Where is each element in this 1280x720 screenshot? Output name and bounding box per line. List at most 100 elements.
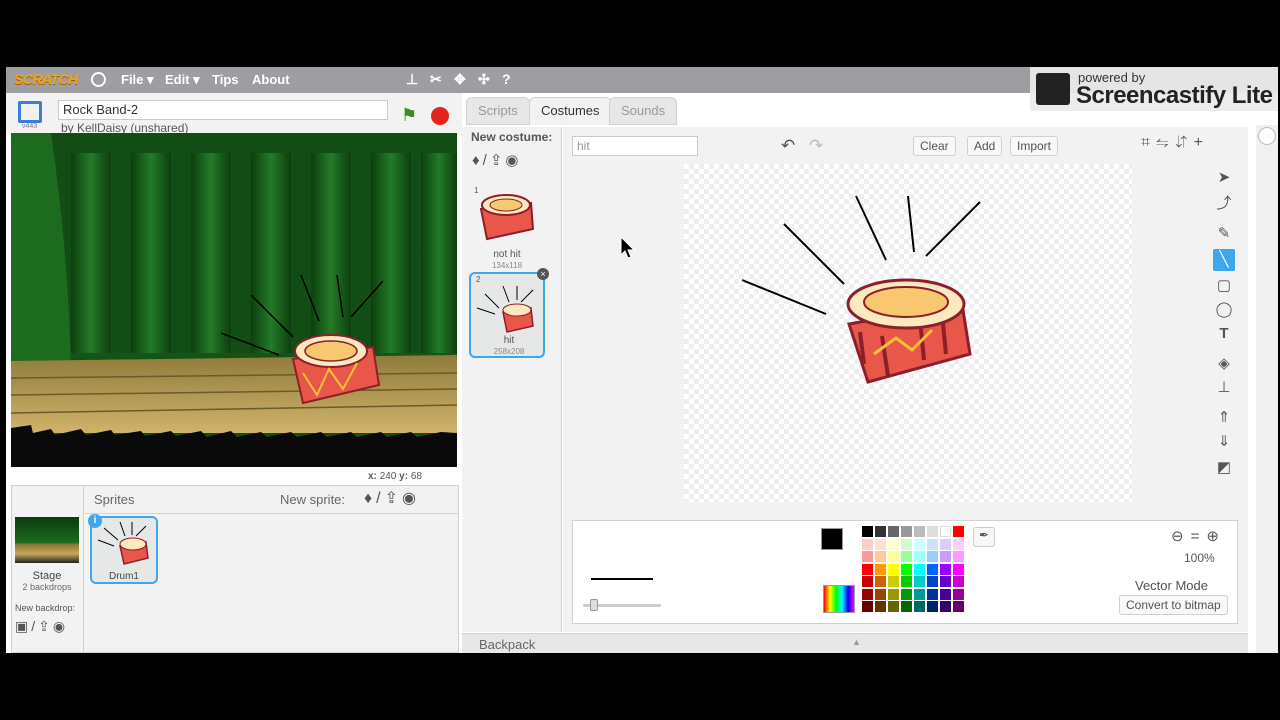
flip-horizontal-icon[interactable]: ⇋ (1156, 134, 1175, 151)
palette-swatch[interactable] (914, 601, 925, 612)
info-icon[interactable]: i (88, 514, 102, 528)
tab-scripts[interactable]: Scripts (466, 97, 530, 125)
palette-swatch[interactable] (862, 563, 873, 575)
palette-swatch[interactable] (901, 601, 912, 612)
group-icon[interactable]: ◩ (1213, 457, 1235, 479)
crop-icon[interactable]: ⌗ (1141, 134, 1156, 151)
costume-item-not-hit[interactable]: 1 not hit 134x118 (469, 185, 545, 271)
backdrop-library-icon[interactable]: ▣ (15, 618, 31, 634)
palette-swatch[interactable] (862, 538, 873, 550)
palette-swatch[interactable] (875, 563, 886, 575)
palette-swatch[interactable] (875, 576, 886, 587)
palette-swatch[interactable] (862, 551, 873, 562)
paint-sprite-icon[interactable]: / (376, 490, 384, 507)
grow-icon[interactable]: ✥ (454, 71, 466, 88)
palette-swatch[interactable] (953, 538, 964, 550)
palette-swatch[interactable] (940, 576, 951, 587)
eyedropper-icon[interactable]: ✒ (973, 527, 995, 547)
help-icon[interactable]: ? (502, 71, 511, 87)
redo-icon[interactable]: ↷ (809, 136, 823, 156)
convert-to-bitmap-button[interactable]: Convert to bitmap (1119, 595, 1228, 615)
stage-thumbnail[interactable] (15, 517, 79, 563)
palette-swatch[interactable] (862, 526, 873, 537)
palette-swatch[interactable] (914, 576, 925, 587)
scratch-logo[interactable]: SCRATCH (14, 71, 78, 89)
delete-icon[interactable]: ✂ (430, 71, 442, 88)
stop-icon[interactable] (431, 107, 449, 125)
palette-swatch[interactable] (888, 601, 899, 612)
palette-swatch[interactable] (901, 538, 912, 550)
pencil-tool-icon[interactable]: ✎ (1213, 223, 1235, 245)
palette-swatch[interactable] (927, 538, 938, 550)
palette-swatch[interactable] (953, 551, 964, 562)
paint-canvas[interactable] (684, 164, 1132, 502)
palette-swatch[interactable] (953, 526, 964, 537)
language-globe-icon[interactable] (91, 72, 106, 87)
palette-swatch[interactable] (888, 563, 899, 575)
tab-costumes[interactable]: Costumes (529, 97, 612, 125)
palette-swatch[interactable] (953, 601, 964, 612)
forward-layer-icon[interactable]: ⇑ (1213, 407, 1235, 429)
paint-costume-icon[interactable]: / (483, 152, 490, 169)
palette-swatch[interactable] (862, 588, 873, 600)
stage-canvas[interactable] (11, 133, 457, 467)
palette-swatch[interactable] (914, 551, 925, 562)
palette-swatch[interactable] (875, 538, 886, 550)
palette-swatch[interactable] (914, 526, 925, 537)
reshape-tool-icon[interactable]: ⤴ (1213, 193, 1235, 215)
palette-swatch[interactable] (927, 526, 938, 537)
menu-file[interactable]: File ▾ (121, 72, 154, 88)
costume-library-icon[interactable]: ♦ (472, 152, 483, 169)
flip-vertical-icon[interactable]: ⇵ (1175, 134, 1194, 151)
import-button[interactable]: Import (1010, 136, 1059, 156)
upload-backdrop-icon[interactable]: ⇪ (38, 618, 53, 634)
fill-tool-icon[interactable]: ◈ (1213, 353, 1235, 375)
upload-sprite-icon[interactable]: ⇪ (385, 490, 402, 507)
ellipse-tool-icon[interactable]: ◯ (1213, 299, 1235, 321)
palette-swatch[interactable] (940, 538, 951, 550)
palette-swatch[interactable] (953, 576, 964, 587)
menu-edit[interactable]: Edit ▾ (165, 72, 200, 88)
line-tool-icon[interactable]: ╲ (1213, 249, 1235, 271)
menu-tips[interactable]: Tips (212, 72, 239, 87)
palette-swatch[interactable] (901, 551, 912, 562)
camera-sprite-icon[interactable]: ◉ (402, 490, 420, 507)
costume-item-hit[interactable]: 2 × hit 258x208 (469, 268, 549, 358)
palette-swatch[interactable] (888, 526, 899, 537)
backward-layer-icon[interactable]: ⇓ (1213, 431, 1235, 453)
palette-swatch[interactable] (927, 563, 938, 575)
palette-swatch[interactable] (914, 588, 925, 600)
palette-swatch[interactable] (875, 588, 886, 600)
backpack-bar[interactable]: Backpack ▲ (462, 633, 1248, 653)
palette-swatch[interactable] (901, 576, 912, 587)
backpack-arrow-icon[interactable]: ▲ (852, 637, 861, 647)
stamp-tool-icon[interactable]: ⊥ (1213, 377, 1235, 399)
palette-swatch[interactable] (940, 551, 951, 562)
palette-swatch[interactable] (888, 588, 899, 600)
shrink-icon[interactable]: ✣ (478, 71, 490, 88)
palette-swatch[interactable] (914, 538, 925, 550)
page-scrollbar[interactable] (1256, 125, 1278, 653)
palette-swatch[interactable] (901, 563, 912, 575)
select-tool-icon[interactable]: ➤ (1213, 167, 1235, 189)
stage-pane[interactable]: Stage 2 backdrops New backdrop: ▣/⇪◉ (12, 486, 84, 653)
palette-swatch[interactable] (875, 601, 886, 612)
undo-icon[interactable]: ↶ (781, 136, 795, 156)
text-tool-icon[interactable]: T (1213, 323, 1235, 345)
palette-swatch[interactable] (875, 526, 886, 537)
palette-swatch[interactable] (914, 563, 925, 575)
sprite-drum1[interactable]: i Drum1 (88, 514, 158, 584)
stroke-width-knob[interactable] (590, 599, 598, 611)
palette-swatch[interactable] (862, 576, 873, 587)
palette-swatch[interactable] (901, 588, 912, 600)
scroll-button[interactable] (1258, 127, 1276, 145)
project-title-input[interactable]: Rock Band-2 (58, 100, 388, 120)
palette-swatch[interactable] (888, 551, 899, 562)
tab-sounds[interactable]: Sounds (609, 97, 678, 125)
palette-swatch[interactable] (927, 551, 938, 562)
add-button[interactable]: Add (967, 136, 1003, 156)
palette-swatch[interactable] (940, 588, 951, 600)
zoom-reset-icon[interactable]: = (1191, 528, 1207, 545)
palette-swatch[interactable] (940, 563, 951, 575)
fullscreen-icon[interactable] (18, 101, 42, 123)
